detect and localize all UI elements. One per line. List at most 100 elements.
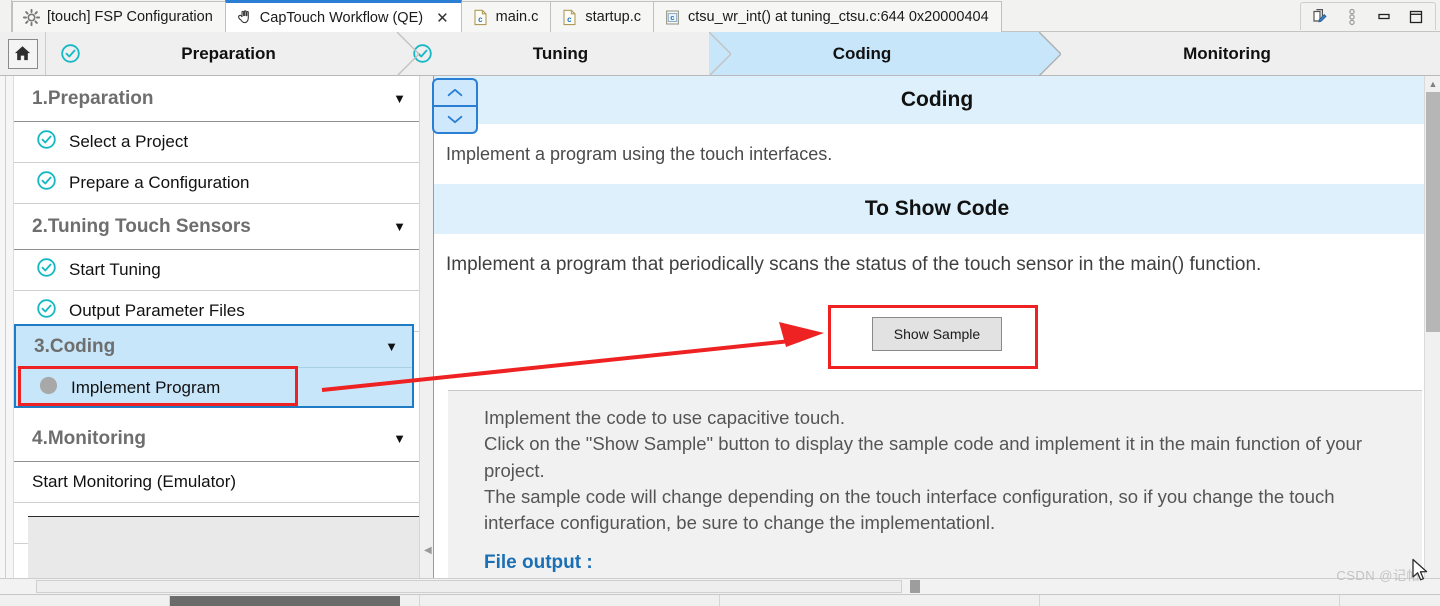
tree-group-preparation[interactable]: 1.Preparation ▼ <box>14 76 420 122</box>
subsection-description: Implement a program that periodically sc… <box>434 234 1440 296</box>
edit-pencil-icon[interactable] <box>1311 8 1329 26</box>
editor-tab-bar: [touch] FSP Configuration CapTouch Workf… <box>0 0 1440 32</box>
watermark-text: CSDN @记帖 <box>1336 568 1420 583</box>
workflow-step-preparation[interactable]: Preparation <box>46 31 420 77</box>
tree-group-label: 3.Coding <box>34 335 116 357</box>
gear-icon <box>22 8 41 26</box>
window-controls <box>1300 2 1436 30</box>
workflow-step-tuning[interactable]: Tuning <box>398 31 732 77</box>
check-circle-icon <box>36 257 57 283</box>
application-window: [touch] FSP Configuration CapTouch Workf… <box>0 0 1440 606</box>
minimize-icon[interactable] <box>1375 8 1393 26</box>
hand-pointer-icon <box>236 9 253 26</box>
scroll-up-arrow-icon[interactable]: ▲ <box>1425 76 1440 92</box>
tab-ctsu-wr-int[interactable]: c ctsu_wr_int() at tuning_ctsu.c:644 0x2… <box>653 1 1002 32</box>
tree-left-gutter <box>0 76 14 590</box>
tab-fsp-configuration[interactable]: [touch] FSP Configuration <box>12 1 226 32</box>
file-output-label: File output : <box>484 552 593 574</box>
tree-item-prepare-a-configuration[interactable]: Prepare a Configuration <box>14 163 420 204</box>
c-file-icon: c <box>472 9 489 26</box>
tree-group-label: 4.Monitoring <box>32 427 146 449</box>
chevron-down-icon[interactable]: ▼ <box>393 219 406 234</box>
instructions-panel: Implement the code to use capacitive tou… <box>448 390 1422 582</box>
tree-item-start-monitoring-emulator[interactable]: Start Monitoring (Emulator) <box>14 462 420 503</box>
home-icon <box>14 46 31 61</box>
instruction-line-3: The sample code will change depending on… <box>484 485 1335 534</box>
tree-group-monitoring[interactable]: 4.Monitoring ▼ <box>14 416 420 462</box>
workflow-step-label: Preparation <box>181 43 276 63</box>
tree-item-label: Start Tuning <box>69 260 161 279</box>
check-circle-icon <box>36 170 57 196</box>
nav-up-button[interactable] <box>432 78 478 105</box>
status-cell <box>720 595 1040 606</box>
check-circle-icon <box>412 43 433 64</box>
workflow-steps: Preparation Tuning Coding Monitoring <box>46 31 1440 77</box>
status-cell <box>420 595 720 606</box>
instruction-line-2: Click on the "Show Sample" button to dis… <box>484 433 1362 481</box>
tree-item-label: Select a Project <box>69 132 189 151</box>
check-circle-icon <box>60 43 81 64</box>
pending-circle-icon <box>38 375 59 401</box>
status-progress <box>170 596 400 606</box>
horizontal-scroll-thumb[interactable] <box>910 580 920 593</box>
vertical-scroll-thumb[interactable] <box>1426 92 1440 332</box>
tab-label: startup.c <box>585 9 641 25</box>
tab-label: main.c <box>495 9 539 25</box>
tree-item-start-tuning[interactable]: Start Tuning <box>14 250 420 291</box>
show-sample-button-row: Show Sample <box>434 295 1440 372</box>
tab-label: [touch] FSP Configuration <box>47 9 213 25</box>
workflow-breadcrumb: Preparation Tuning Coding Monitoring <box>0 31 1440 77</box>
tree-group-label: 1.Preparation <box>32 87 154 109</box>
workflow-step-label: Tuning <box>532 43 589 63</box>
svg-text:c: c <box>670 13 674 22</box>
tree-item-label: Implement Program <box>71 378 221 397</box>
section-title: Coding <box>900 88 974 111</box>
coding-content-panel: Coding Implement a program using the tou… <box>432 76 1440 590</box>
subsection-title: To Show Code <box>864 197 1010 221</box>
horizontal-scroll-track[interactable] <box>36 580 902 593</box>
c-file-icon: c <box>664 9 681 26</box>
workflow-step-label: Monitoring <box>1183 43 1271 63</box>
check-circle-icon <box>36 129 57 155</box>
tree-group-coding[interactable]: 3.Coding ▼ <box>16 326 412 368</box>
horizontal-scrollbar[interactable] <box>0 578 1440 594</box>
show-sample-button[interactable]: Show Sample <box>872 316 1002 351</box>
chevron-down-icon[interactable]: ▼ <box>385 339 398 354</box>
status-bar <box>0 594 1440 606</box>
content-vertical-scrollbar[interactable]: ▲ ▼ <box>1424 76 1440 590</box>
tree-group-tuning-touch-sensors[interactable]: 2.Tuning Touch Sensors ▼ <box>14 204 420 250</box>
section-header-to-show-code: To Show Code <box>434 184 1440 235</box>
svg-text:c: c <box>568 15 573 24</box>
chevron-down-icon[interactable]: ▼ <box>393 431 406 446</box>
tree-item-label: Start Monitoring (Emulator) <box>32 472 237 491</box>
mouse-cursor-icon <box>1410 558 1432 584</box>
section-nav-buttons <box>432 78 478 134</box>
tree-item-select-a-project[interactable]: Select a Project <box>14 122 420 163</box>
tab-startup-c[interactable]: c startup.c <box>550 1 654 32</box>
workflow-step-coding[interactable]: Coding <box>710 31 1062 77</box>
workflow-step-label: Coding <box>832 43 892 63</box>
tree-item-implement-program[interactable]: Implement Program <box>16 368 412 408</box>
tab-label: ctsu_wr_int() at tuning_ctsu.c:644 0x200… <box>688 9 989 25</box>
tree-scroll-left-arrow-icon[interactable]: ◀ <box>424 545 432 556</box>
check-circle-icon <box>36 298 57 324</box>
tab-bar-left-edge <box>0 0 12 32</box>
status-cell <box>1040 595 1340 606</box>
home-button[interactable] <box>7 38 38 69</box>
tree-group-coding-selected[interactable]: 3.Coding ▼ Implement Program <box>14 324 414 408</box>
chevron-down-icon[interactable]: ▼ <box>393 91 406 106</box>
tree-item-label: Output Parameter Files <box>69 301 245 320</box>
tree-group-label: 2.Tuning Touch Sensors <box>32 215 251 237</box>
tab-captouch-workflow[interactable]: CapTouch Workflow (QE) ✕ <box>224 0 462 32</box>
tab-label: CapTouch Workflow (QE) <box>259 9 424 26</box>
workflow-step-monitoring[interactable]: Monitoring <box>1040 32 1440 75</box>
svg-text:c: c <box>478 15 483 24</box>
tree-item-label: Prepare a Configuration <box>69 173 250 192</box>
tab-main-c[interactable]: c main.c <box>460 1 552 32</box>
maximize-icon[interactable] <box>1407 8 1425 26</box>
chain-dots-icon[interactable] <box>1343 8 1361 26</box>
close-icon[interactable]: ✕ <box>436 9 449 27</box>
nav-down-button[interactable] <box>432 105 478 134</box>
section-header-coding: Coding <box>434 76 1440 124</box>
section-intro-text: Implement a program using the touch inte… <box>434 124 1440 185</box>
